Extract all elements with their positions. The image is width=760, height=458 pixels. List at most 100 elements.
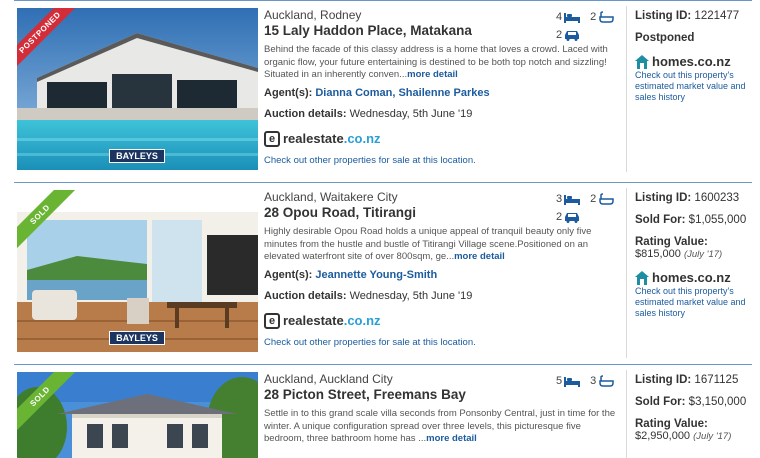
agents-names[interactable]: Jeannette Young-Smith xyxy=(315,269,437,281)
bathrooms-count: 2 xyxy=(590,193,597,205)
sold-price: $3,150,000 xyxy=(688,396,747,408)
listing-side: Listing ID: 1671125 Sold For: $3,150,000… xyxy=(628,374,756,442)
realestate-tld: .co.nz xyxy=(343,313,381,328)
listing-id-label: Listing ID: xyxy=(635,192,692,204)
garage-icon xyxy=(565,31,580,41)
property-photo[interactable]: POSTPONED BAYLEYS xyxy=(17,8,258,170)
garage-icon xyxy=(565,213,580,223)
bed-icon xyxy=(564,377,581,387)
listing-card: SOLD BAYLEYS Auckland, Waitakere City 28… xyxy=(0,182,760,362)
rating-label: Rating Value: xyxy=(635,236,708,248)
bath-icon xyxy=(599,193,614,205)
description-text: Highly desirable Opou Road holds a uniqu… xyxy=(264,226,592,262)
auction-date: Wednesday, 5th June '19 xyxy=(349,107,473,120)
auction-label: Auction details: xyxy=(264,107,347,120)
status-text: Postponed xyxy=(635,32,695,44)
garages-count: 2 xyxy=(556,211,563,223)
homes-logo[interactable]: homes.co.nz xyxy=(635,270,756,285)
auction-line: Auction details: Wednesday, 5th June '19 xyxy=(264,108,620,120)
realestate-logo[interactable]: e realestate .co.nz xyxy=(264,130,620,148)
property-photo[interactable]: SOLD BAYLEYS xyxy=(17,190,258,352)
auction-line: Auction details: Wednesday, 5th June '19 xyxy=(264,290,620,302)
auction-date: Wednesday, 5th June '19 xyxy=(349,289,473,302)
sold-for: Sold For: $1,055,000 xyxy=(635,214,756,226)
more-detail-link[interactable]: more detail xyxy=(454,251,505,262)
more-detail-link[interactable]: more detail xyxy=(426,433,477,444)
rating-label: Rating Value: xyxy=(635,418,708,430)
rating-date: (July '17) xyxy=(683,249,723,260)
rating-amount: $815,000 xyxy=(635,248,681,260)
garages: 2 xyxy=(556,211,580,223)
agents-label: Agent(s): xyxy=(264,268,313,281)
bathrooms: 2 xyxy=(590,11,614,23)
bedrooms: 3 xyxy=(556,193,581,205)
listing-id: Listing ID: 1671125 xyxy=(635,374,756,386)
listing-features: 3 2 2 xyxy=(556,190,620,226)
homes-estimate-link[interactable]: Check out this property's estimated mark… xyxy=(635,70,756,103)
listing-side: Listing ID: 1600233 Sold For: $1,055,000… xyxy=(628,192,756,319)
listing-card: SOLD Auckland, Auckland City 28 Picton S… xyxy=(0,364,760,458)
rating-value: $815,000 (July '17) xyxy=(635,248,756,260)
column-divider xyxy=(626,370,627,458)
listing-id-label: Listing ID: xyxy=(635,10,692,22)
check-location-link[interactable]: Check out other properties for sale at t… xyxy=(264,155,620,166)
bathrooms: 2 xyxy=(590,193,614,205)
bed-icon xyxy=(564,13,581,23)
bedrooms-count: 3 xyxy=(556,193,563,205)
homes-logo[interactable]: homes.co.nz xyxy=(635,54,756,69)
homes-word: homes.co.nz xyxy=(652,54,731,69)
garages: 2 xyxy=(556,29,580,41)
property-photo[interactable]: SOLD xyxy=(17,372,258,458)
listing-description: Highly desirable Opou Road holds a uniqu… xyxy=(264,226,620,264)
divider xyxy=(14,0,752,1)
rating-date: (July '17) xyxy=(693,431,732,442)
realestate-mark-icon: e xyxy=(264,130,280,147)
auction-label: Auction details: xyxy=(264,289,347,302)
bath-icon xyxy=(599,375,614,387)
rating-amount: $2,950,000 xyxy=(635,430,691,442)
listing-id: Listing ID: 1600233 xyxy=(635,192,756,204)
bathrooms-count: 2 xyxy=(590,11,597,23)
check-location-link[interactable]: Check out other properties for sale at t… xyxy=(264,337,620,348)
agents-line: Agent(s): Jeannette Young-Smith xyxy=(264,269,620,281)
divider xyxy=(14,364,752,365)
bedrooms-count: 5 xyxy=(556,375,563,387)
garages-count: 2 xyxy=(556,29,563,41)
realestate-logo[interactable]: e realestate .co.nz xyxy=(264,312,620,330)
agents-names[interactable]: Dianna Coman, Shailenne Parkes xyxy=(315,87,489,99)
listing-side: Listing ID: 1221477 Postponed homes.co.n… xyxy=(628,10,756,103)
realestate-tld: .co.nz xyxy=(343,131,381,146)
listing-features: 4 2 2 xyxy=(556,8,620,44)
bed-icon xyxy=(564,195,581,205)
listing-id-label: Listing ID: xyxy=(635,374,692,386)
column-divider xyxy=(626,6,627,172)
house-icon xyxy=(635,270,649,285)
sold-for-label: Sold For: xyxy=(635,396,686,408)
bedrooms-count: 4 xyxy=(556,11,563,23)
more-detail-link[interactable]: more detail xyxy=(407,69,458,80)
bathrooms: 3 xyxy=(590,375,614,387)
agency-logo: BAYLEYS xyxy=(109,149,165,163)
pool-house-image xyxy=(17,8,258,170)
homes-estimate-link[interactable]: Check out this property's estimated mark… xyxy=(635,286,756,319)
divider xyxy=(14,182,752,183)
bedrooms: 5 xyxy=(556,375,581,387)
listing-id-value: 1221477 xyxy=(694,10,740,22)
sold-for-label: Sold For: xyxy=(635,214,686,226)
bedrooms: 4 xyxy=(556,11,581,23)
realestate-mark-icon: e xyxy=(264,312,280,329)
listing-id-value: 1600233 xyxy=(694,192,740,204)
listing-features: 5 3 xyxy=(556,372,620,390)
bathrooms-count: 3 xyxy=(590,375,597,387)
listing-id-value: 1671125 xyxy=(694,374,739,386)
listing-id: Listing ID: 1221477 xyxy=(635,10,756,22)
agents-line: Agent(s): Dianna Coman, Shailenne Parkes xyxy=(264,87,620,99)
agents-label: Agent(s): xyxy=(264,86,313,99)
interior-room-image xyxy=(17,190,258,352)
realestate-word: realestate xyxy=(283,131,344,146)
column-divider xyxy=(626,188,627,358)
rating-value: $2,950,000 (July '17) xyxy=(635,430,756,442)
listing-description: Settle in to this grand scale villa seco… xyxy=(264,408,620,446)
house-icon xyxy=(635,54,649,69)
listing-description: Behind the facade of this classy address… xyxy=(264,44,620,82)
